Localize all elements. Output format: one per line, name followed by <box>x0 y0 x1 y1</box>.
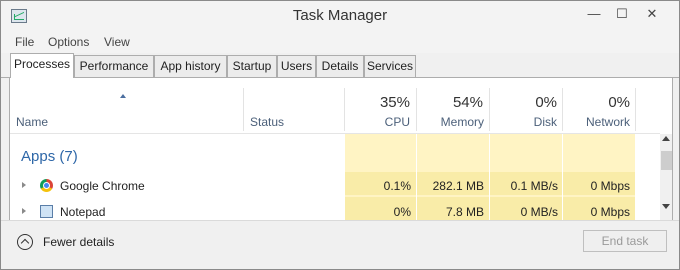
header-divider[interactable] <box>344 88 345 131</box>
scrollbar-thumb[interactable] <box>661 151 672 170</box>
cpu-total: 35% <box>379 94 410 111</box>
network-value: 0 Mbps <box>590 179 630 193</box>
memory-total: 54% <box>452 94 483 111</box>
notepad-icon <box>40 205 53 218</box>
close-icon[interactable]: ✕ <box>641 5 663 23</box>
tab-services[interactable]: Services <box>364 55 416 77</box>
header-bottom-line <box>10 133 660 134</box>
scroll-down-icon[interactable] <box>662 204 670 209</box>
memory-value: 282.1 MB <box>432 179 484 193</box>
process-name[interactable]: Google Chrome <box>60 179 145 193</box>
tab-users[interactable]: Users <box>277 55 316 77</box>
menu-view[interactable]: View <box>104 35 130 49</box>
window-title: Task Manager <box>292 7 388 24</box>
cpu-value: 0% <box>393 205 411 219</box>
end-task-button[interactable]: End task <box>583 230 667 252</box>
network-total: 0% <box>608 94 630 111</box>
process-list: Name Status 35% CPU 54% Memory 0% Disk 0… <box>9 78 673 220</box>
header-divider[interactable] <box>635 88 636 131</box>
column-header-cpu[interactable]: CPU <box>350 115 410 129</box>
menu-options[interactable]: Options <box>48 35 89 49</box>
scroll-up-icon[interactable] <box>662 136 670 141</box>
fewer-details-link[interactable]: Fewer details <box>43 235 114 249</box>
minimize-icon[interactable]: — <box>583 5 605 23</box>
tab-strip: Processes Performance App history Startu… <box>1 53 679 78</box>
title-bar: Task Manager — ☐ ✕ <box>1 1 679 31</box>
task-manager-window: Task Manager — ☐ ✕ File Options View Pro… <box>0 0 680 270</box>
tab-startup[interactable]: Startup <box>227 55 277 77</box>
column-header-name[interactable]: Name <box>16 115 48 129</box>
tab-processes[interactable]: Processes <box>10 53 74 78</box>
tab-performance[interactable]: Performance <box>74 55 154 77</box>
expand-row-icon[interactable] <box>22 182 26 188</box>
header-divider[interactable] <box>562 88 563 131</box>
memory-value: 7.8 MB <box>445 205 484 219</box>
tab-details[interactable]: Details <box>316 55 364 77</box>
chevron-up-circle-icon[interactable] <box>17 234 33 250</box>
process-name[interactable]: Notepad <box>60 205 105 219</box>
network-value: 0 Mbps <box>590 205 630 219</box>
footer-bar: Fewer details End task <box>1 220 679 269</box>
sort-ascending-icon <box>120 94 126 98</box>
column-header-memory[interactable]: Memory <box>422 115 484 129</box>
cpu-value: 0.1% <box>383 179 411 193</box>
menu-file[interactable]: File <box>15 35 34 49</box>
chrome-icon <box>40 179 53 192</box>
disk-value: 0.1 MB/s <box>510 179 558 193</box>
group-heading-apps[interactable]: Apps (7) <box>21 148 78 165</box>
disk-value: 0 MB/s <box>520 205 558 219</box>
header-divider[interactable] <box>243 88 244 131</box>
disk-total: 0% <box>535 94 557 111</box>
column-header-disk[interactable]: Disk <box>495 115 557 129</box>
column-header-status[interactable]: Status <box>250 115 284 129</box>
expand-row-icon[interactable] <box>22 208 26 214</box>
tab-app-history[interactable]: App history <box>154 55 227 77</box>
header-divider[interactable] <box>416 88 417 131</box>
header-divider[interactable] <box>489 88 490 131</box>
menu-bar: File Options View <box>1 31 679 53</box>
maximize-icon[interactable]: ☐ <box>611 5 633 23</box>
column-header-network[interactable]: Network <box>568 115 630 129</box>
